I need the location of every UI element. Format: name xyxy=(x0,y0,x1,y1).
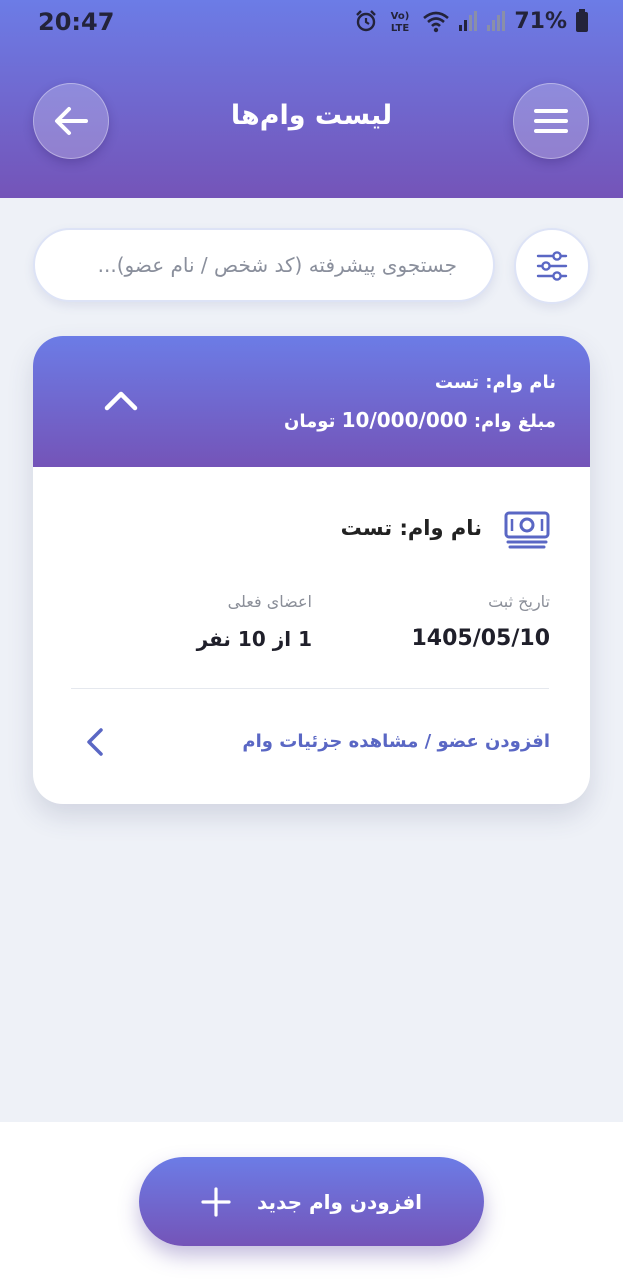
loan-card: نام وام: تست مبلغ وام: 10/000/000 تومان … xyxy=(33,336,590,804)
plus-icon xyxy=(201,1186,231,1217)
search-placeholder: جستجوی پیشرفته (کد شخص / نام عضو)... xyxy=(97,253,457,277)
loan-card-header[interactable]: نام وام: تست مبلغ وام: 10/000/000 تومان xyxy=(33,336,590,467)
members-label: اعضای فعلی xyxy=(227,592,312,611)
loan-body-name-label: نام وام: xyxy=(399,516,482,540)
alarm-icon xyxy=(356,10,377,32)
sliders-filter-icon xyxy=(536,251,568,281)
loan-card-header-amount: مبلغ وام: 10/000/000 تومان xyxy=(284,408,556,432)
status-bar: 20:47 Vo) LTE 71% xyxy=(0,0,623,44)
battery-icon xyxy=(576,9,588,32)
svg-text:LTE: LTE xyxy=(391,23,410,34)
loan-amount-value: 10/000/000 xyxy=(341,408,468,432)
members-value: 1 از 10 نفر xyxy=(197,627,312,651)
app-header: 20:47 Vo) LTE xyxy=(0,0,623,198)
hamburger-menu-icon xyxy=(534,109,568,133)
wifi-icon xyxy=(423,11,450,33)
menu-button[interactable] xyxy=(513,83,589,159)
add-new-loan-button[interactable]: افزودن وام جدید xyxy=(139,1157,484,1246)
loan-name-label: نام وام: xyxy=(485,372,556,393)
battery-percent: 71% xyxy=(514,8,567,34)
status-icons: Vo) LTE 71% xyxy=(354,8,589,34)
loan-amount-label: مبلغ وام: xyxy=(473,411,556,432)
loan-body-name-value: تست xyxy=(340,516,393,540)
members-unit: نفر xyxy=(196,627,231,651)
loan-amount-unit: تومان xyxy=(284,411,336,432)
signal-icon-1 xyxy=(459,11,478,31)
svg-text:Vo): Vo) xyxy=(391,11,410,22)
members-current: 1 xyxy=(298,627,312,651)
loan-name-value: تست xyxy=(434,372,479,393)
signal-icon-2 xyxy=(487,11,506,31)
filter-button[interactable] xyxy=(514,228,590,304)
loan-detail-link[interactable]: افزودن عضو / مشاهده جزئیات وام xyxy=(242,731,550,752)
chevron-up-icon[interactable] xyxy=(103,388,139,412)
add-new-loan-label: افزودن وام جدید xyxy=(256,1189,423,1214)
loan-card-body-title: نام وام: تست xyxy=(341,516,482,540)
card-divider xyxy=(71,688,549,689)
date-label: تاریخ ثبت xyxy=(488,592,550,611)
loan-card-header-name: نام وام: تست xyxy=(435,372,556,393)
members-of: از xyxy=(272,627,292,651)
members-total: 10 xyxy=(237,627,266,651)
status-time: 20:47 xyxy=(38,8,115,36)
date-value: 1405/05/10 xyxy=(411,626,550,651)
chevron-left-icon[interactable] xyxy=(85,726,105,758)
search-input[interactable]: جستجوی پیشرفته (کد شخص / نام عضو)... xyxy=(33,228,495,302)
volte-icon: Vo) LTE xyxy=(391,11,410,34)
money-bill-icon xyxy=(504,511,550,549)
